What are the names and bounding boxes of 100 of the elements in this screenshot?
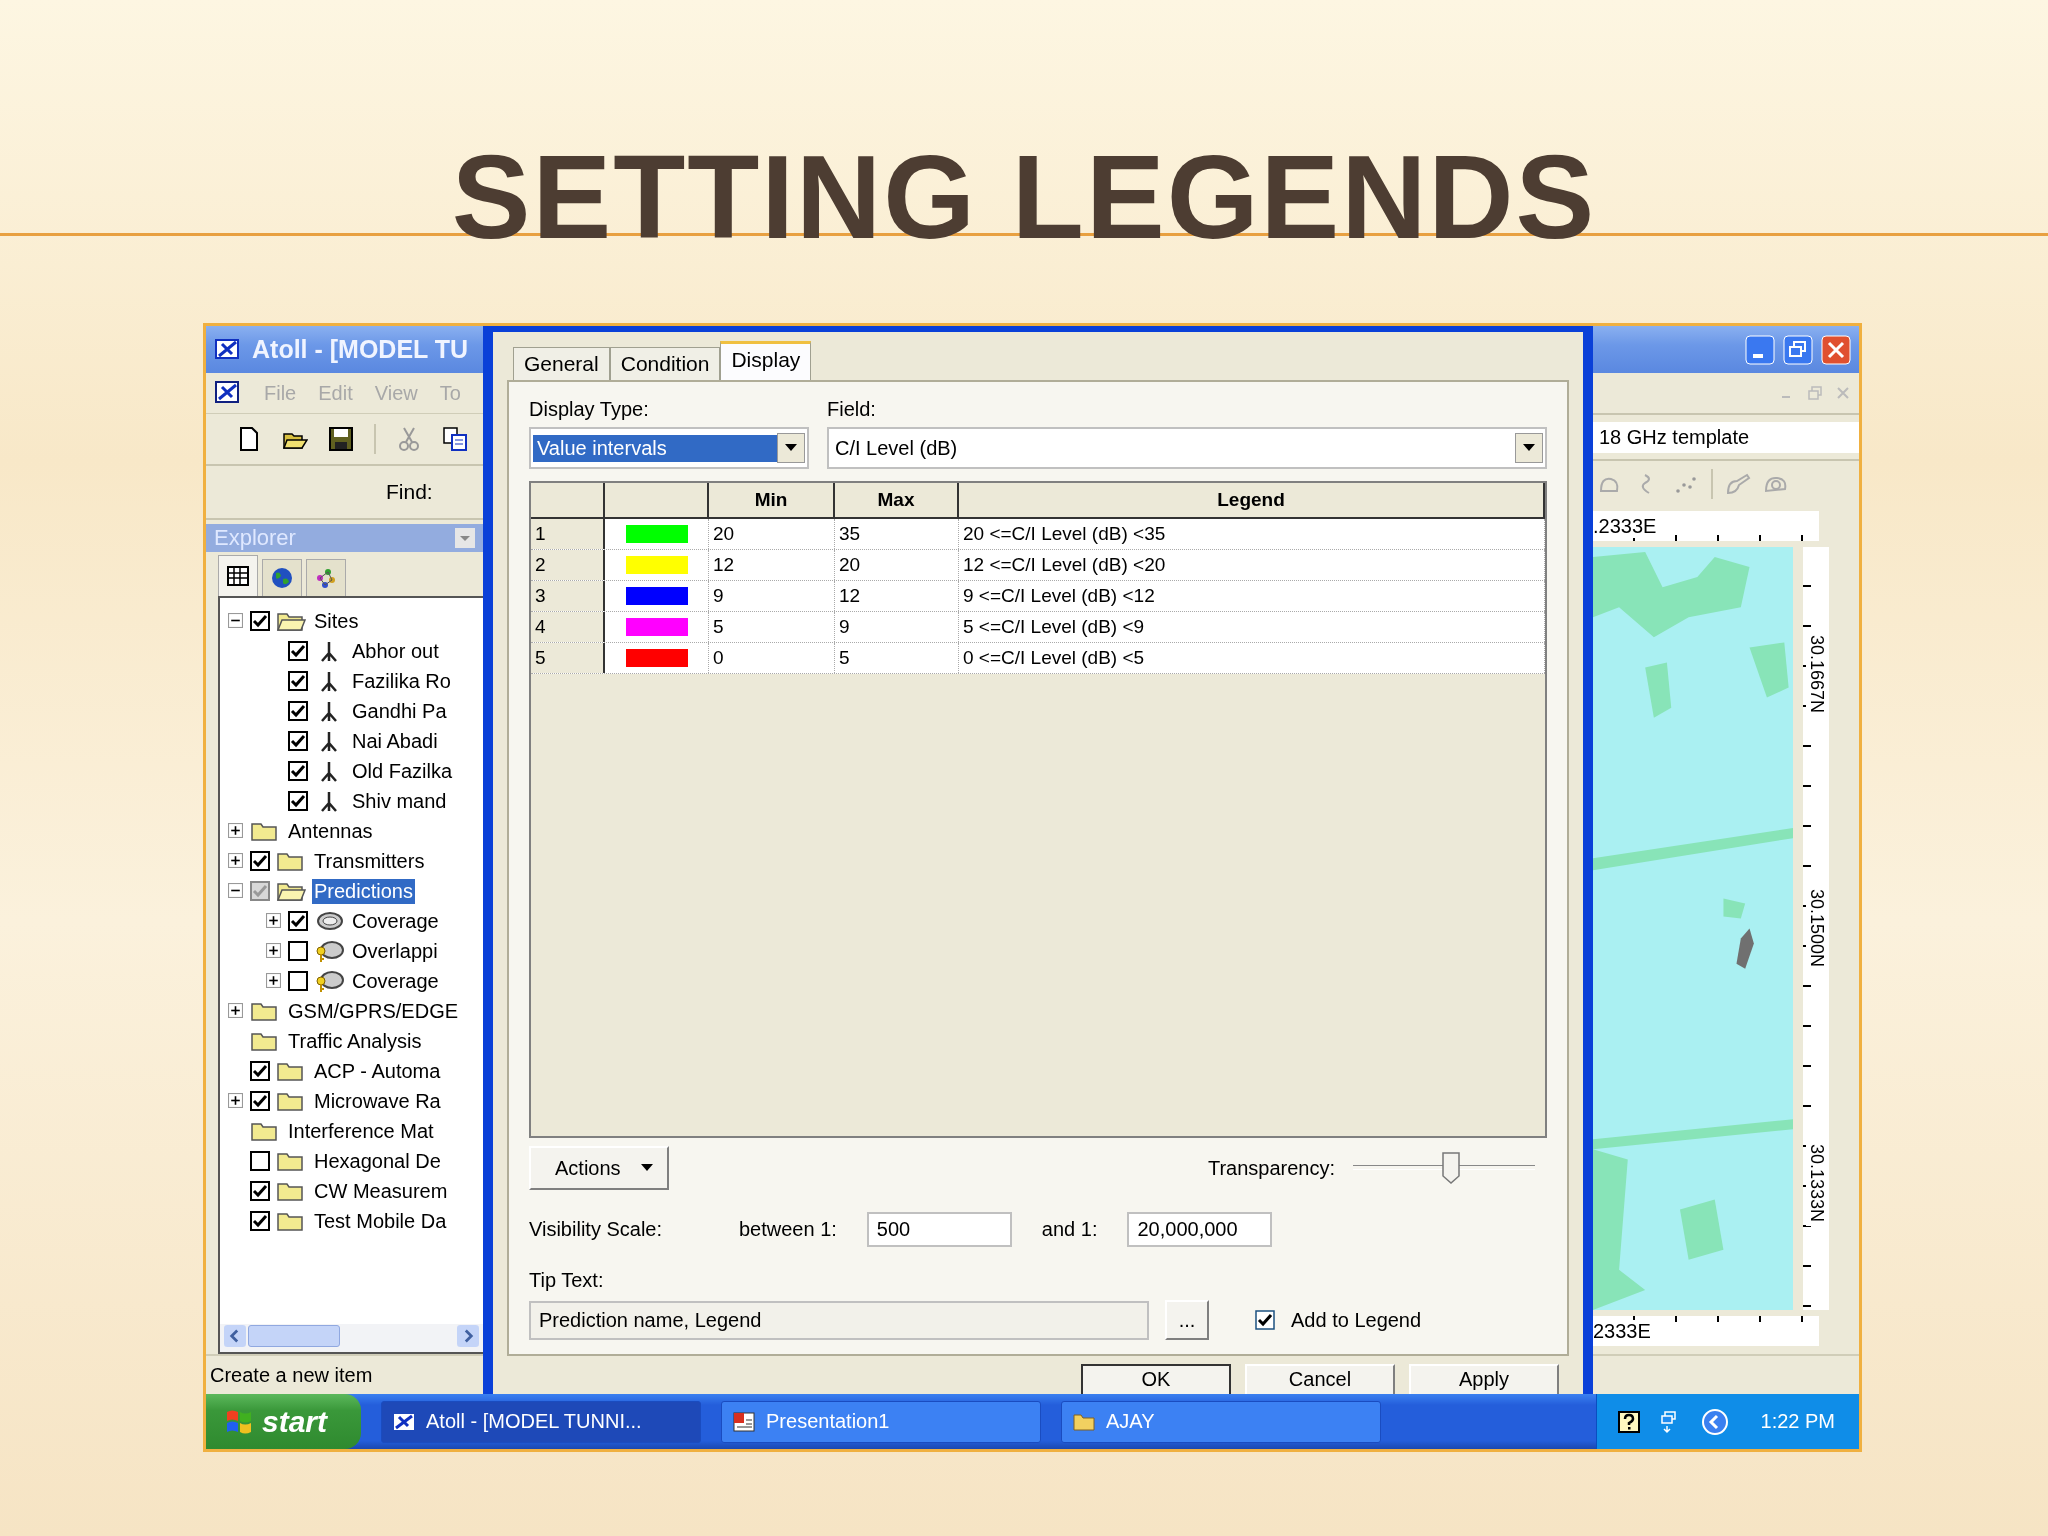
collapse-icon[interactable] — [228, 883, 243, 898]
min-scale-field[interactable]: 500 — [866, 1212, 1012, 1247]
tree-item[interactable]: Gandhi Pa — [350, 698, 449, 724]
color-swatch[interactable] — [625, 525, 688, 543]
restore-icon[interactable] — [1783, 334, 1813, 365]
row-header: 4 — [531, 612, 605, 642]
checkbox[interactable] — [250, 1061, 270, 1081]
tree-item[interactable]: Interference Mat — [286, 1118, 436, 1144]
expand-icon[interactable] — [266, 973, 281, 988]
network-tab[interactable] — [306, 559, 346, 596]
transparency-slider[interactable] — [1353, 1152, 1535, 1184]
tab[interactable]: Display — [720, 341, 812, 380]
checkbox[interactable] — [288, 941, 308, 961]
table-cell: 9 <=C/I Level (dB) <12 — [959, 581, 1545, 611]
table-tab[interactable] — [218, 555, 258, 596]
tree-item[interactable]: GSM/GPRS/EDGE — [286, 998, 461, 1024]
horizontal-scrollbar[interactable] — [220, 1324, 483, 1352]
save-icon[interactable] — [328, 426, 354, 452]
dropdown-icon[interactable] — [455, 528, 475, 548]
checkbox[interactable] — [250, 851, 270, 871]
browse-button[interactable]: ... — [1165, 1300, 1209, 1340]
tree-item[interactable]: Sites — [312, 608, 361, 634]
tree-item[interactable]: Transmitters — [312, 848, 427, 874]
checkbox[interactable] — [250, 1151, 270, 1171]
checkbox[interactable] — [288, 671, 308, 691]
checkbox[interactable] — [288, 761, 308, 781]
taskbar-button[interactable]: Atoll - [MODEL TUNNI... — [381, 1400, 702, 1443]
actions-button[interactable]: Actions — [529, 1146, 669, 1190]
clock: 1:22 PM — [1760, 1410, 1835, 1433]
tree-item[interactable]: Old Fazilka — [350, 758, 455, 784]
close-icon[interactable] — [1821, 334, 1851, 365]
max-scale-field[interactable]: 20,000,000 — [1127, 1212, 1273, 1247]
tree-item[interactable]: Microwave Ra — [312, 1088, 443, 1114]
row-header: 3 — [531, 581, 605, 611]
tree-item[interactable]: Abhor out — [350, 638, 441, 664]
tree-item[interactable]: Hexagonal De — [312, 1148, 443, 1174]
checkbox[interactable] — [288, 911, 308, 931]
expand-icon[interactable] — [228, 1003, 243, 1018]
tree-item[interactable]: ACP - Automa — [312, 1058, 443, 1084]
tree-item[interactable]: CW Measurem — [312, 1178, 450, 1204]
tree-item[interactable]: Fazilika Ro — [350, 668, 453, 694]
tree-item[interactable]: Traffic Analysis — [286, 1028, 424, 1054]
collapse-icon[interactable] — [228, 613, 243, 628]
checkbox[interactable] — [250, 1181, 270, 1201]
help-icon[interactable] — [1616, 1409, 1641, 1434]
expand-icon[interactable] — [228, 1093, 243, 1108]
scroll-right-icon[interactable] — [457, 1325, 479, 1347]
globe-icon — [270, 566, 294, 590]
display-type-dropdown[interactable]: Value intervals — [529, 427, 809, 469]
checkbox[interactable] — [250, 1211, 270, 1231]
color-swatch[interactable] — [625, 618, 688, 636]
checkbox[interactable] — [288, 731, 308, 751]
column-header: Min — [709, 483, 835, 517]
color-swatch[interactable] — [625, 556, 688, 574]
taskbar-button[interactable]: Presentation1 — [721, 1400, 1042, 1443]
template-field[interactable]: 18 GHz template — [1593, 421, 1859, 453]
scrollbar-thumb[interactable] — [248, 1325, 340, 1347]
checkbox[interactable] — [288, 971, 308, 991]
tab[interactable]: General — [513, 347, 610, 380]
dialog-button[interactable]: OK — [1081, 1364, 1231, 1394]
table-cell: 5 — [709, 612, 835, 642]
expand-icon[interactable] — [266, 913, 281, 928]
checkbox[interactable] — [1255, 1310, 1275, 1330]
start-button[interactable]: start — [206, 1394, 362, 1449]
dialog-button[interactable]: Apply — [1409, 1364, 1559, 1394]
checkbox[interactable] — [250, 611, 270, 631]
color-swatch[interactable] — [625, 587, 688, 605]
copy-icon[interactable] — [442, 426, 468, 452]
tip-text-field[interactable]: Prediction name, Legend — [529, 1300, 1149, 1340]
taskbar-button[interactable]: AJAY — [1061, 1400, 1382, 1443]
tree-item[interactable]: Antennas — [286, 818, 375, 844]
checkbox[interactable] — [288, 641, 308, 661]
checkbox[interactable] — [288, 701, 308, 721]
expand-icon[interactable] — [266, 943, 281, 958]
checkbox[interactable] — [250, 1091, 270, 1111]
tree-item[interactable]: Shiv mand — [350, 788, 449, 814]
globe-tab[interactable] — [262, 559, 302, 596]
checkbox[interactable] — [288, 791, 308, 811]
tree-item[interactable]: Coverage — [350, 968, 441, 994]
column-header: Legend — [959, 483, 1545, 517]
table-cell: 5 <=C/I Level (dB) <9 — [959, 612, 1545, 642]
expand-icon[interactable] — [228, 853, 243, 868]
display-type-label: Display Type: — [529, 398, 650, 421]
tree-item[interactable]: Predictions — [312, 878, 415, 904]
slider-thumb[interactable] — [1442, 1152, 1461, 1184]
tree-item[interactable]: Coverage — [350, 908, 441, 934]
column-header: Max — [835, 483, 959, 517]
tree-item[interactable]: Test Mobile Da — [312, 1208, 449, 1234]
minimize-icon[interactable] — [1745, 334, 1775, 365]
row-header: 5 — [531, 643, 605, 673]
scroll-left-icon[interactable] — [224, 1325, 246, 1347]
checkbox[interactable] — [250, 881, 270, 901]
tab[interactable]: Condition — [609, 347, 721, 380]
color-swatch[interactable] — [625, 649, 688, 667]
field-dropdown[interactable]: C/I Level (dB) — [827, 427, 1547, 469]
dialog-button[interactable]: Cancel — [1245, 1364, 1395, 1394]
chevron-icon[interactable] — [1700, 1407, 1729, 1436]
tree-item[interactable]: Nai Abadi — [350, 728, 440, 754]
tree-item[interactable]: Overlappi — [350, 938, 440, 964]
expand-icon[interactable] — [228, 823, 243, 838]
